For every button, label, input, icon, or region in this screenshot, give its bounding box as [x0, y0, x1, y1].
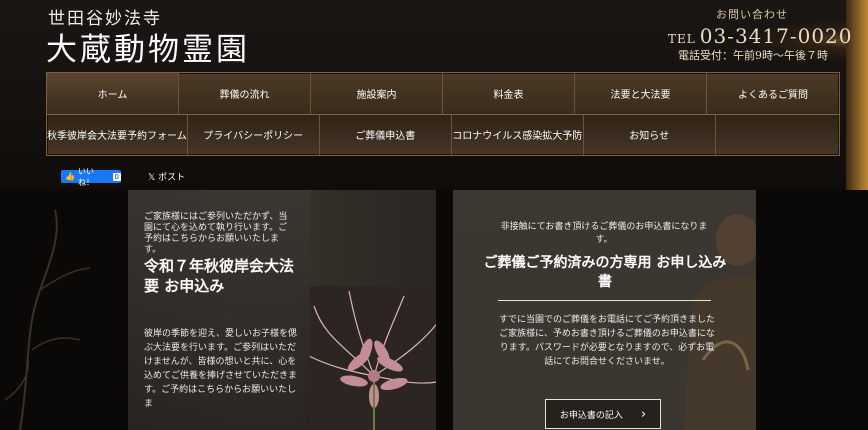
nav-item-privacy-policy[interactable]: プライバシーポリシー	[188, 114, 320, 155]
contact-label: お問い合わせ	[716, 8, 788, 21]
branch-decoration	[4, 209, 91, 430]
nav-item-pricing[interactable]: 料金表	[443, 73, 575, 114]
nav-row-1: ホーム 葬儀の流れ 施設案内 料金表 法要と大法要 よくあるご質問	[47, 73, 839, 115]
nav-row-2: 秋季彼岸会大法要予約フォーム プライバシーポリシー ご葬儀申込書 コロナウイルス…	[47, 114, 839, 155]
autumn-service-card[interactable]: ご家族様にはご参列いただかず、当園にて心を込めて執り行います。ご予約はこちらから…	[128, 190, 436, 430]
nav-item-autumn-reservation[interactable]: 秋季彼岸会大法要予約フォーム	[47, 114, 188, 155]
thumbs-up-icon: 👍	[65, 172, 75, 181]
spider-lily-image	[304, 286, 436, 430]
card-intro-text: ご家族様にはご参列いただかず、当園にて心を込めて執り行います。ご予約はこちらから…	[144, 212, 288, 255]
tel-number: 03-3417-0020	[699, 24, 853, 48]
x-logo-icon: 𝕏	[148, 173, 156, 183]
card-body-text: 彼岸の季節を迎え、愛しいお子様を偲ぶ大法要を行います。ご参列はいただけませんが、…	[144, 329, 298, 409]
phone-hours: 電話受付：午前9時〜午後７時	[678, 49, 828, 62]
divider	[498, 300, 711, 301]
card-body-text: すでに当園でのご葬儀をお電話にてご予約頂きましたご家族様に、予めお書き頂けるご葬…	[498, 315, 716, 367]
button-label: お申込書の記入	[559, 410, 623, 421]
like-label: いいね！	[77, 166, 94, 187]
fill-application-button[interactable]: お申込書の記入 ›	[545, 399, 661, 429]
nav-item-news[interactable]: お知らせ	[584, 114, 716, 155]
nav-item-facilities[interactable]: 施設案内	[311, 73, 443, 114]
tel-prefix: TEL	[668, 32, 696, 46]
card-title: ご葬儀ご予約済みの方専用 お申し込み書	[483, 255, 727, 290]
facebook-like-button[interactable]: 👍 いいね！ 0	[61, 167, 121, 187]
card-title: 令和７年秋彼岸会大法要 お申込み	[144, 257, 295, 295]
phone-number[interactable]: TEL 03-3417-0020	[668, 24, 853, 48]
chevron-right-icon: ›	[640, 406, 647, 422]
post-label: ポスト	[158, 173, 186, 183]
nav-item-faq[interactable]: よくあるご質問	[707, 73, 839, 114]
nav-item-covid-prevention[interactable]: コロナウイルス感染拡大予防	[452, 114, 584, 155]
nav-item-funeral-application[interactable]: ご葬儀申込書	[320, 114, 452, 155]
like-count: 0	[112, 172, 121, 181]
nav-item-memorial-services[interactable]: 法要と大法要	[575, 73, 707, 114]
x-post-button[interactable]: 𝕏 ポスト	[148, 170, 185, 183]
site-logo-title[interactable]: 大蔵動物霊園	[46, 24, 250, 69]
main-navigation: ホーム 葬儀の流れ 施設案内 料金表 法要と大法要 よくあるご質問 秋季彼岸会大…	[46, 72, 840, 156]
funeral-application-card: 非接触にてお書き頂けるご葬儀のお申込書になります。 ご葬儀ご予約済みの方専用 お…	[453, 190, 756, 430]
nav-item-funeral-flow[interactable]: 葬儀の流れ	[179, 73, 311, 114]
nav-item-home[interactable]: ホーム	[47, 73, 179, 114]
card-intro-text: 非接触にてお書き頂けるご葬儀のお申込書になります。	[500, 222, 708, 245]
nav-item-empty	[716, 114, 839, 155]
